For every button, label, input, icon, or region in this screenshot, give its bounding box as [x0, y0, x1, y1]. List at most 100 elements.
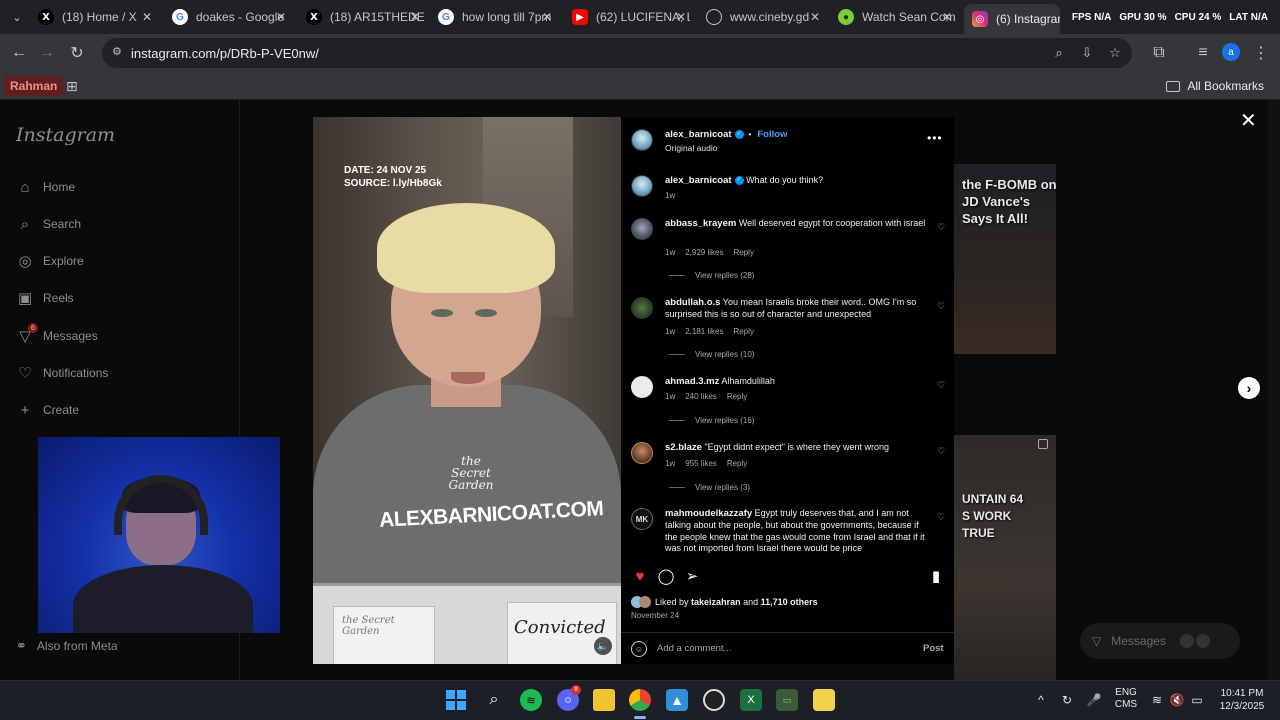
background-thumbnail-top[interactable]: the F-BOMB on JD Vance's Says It All! [954, 164, 1056, 354]
follow-button[interactable]: Follow [757, 129, 787, 140]
like-comment-heart-icon[interactable]: ♡ [937, 380, 945, 391]
tab-google-doakes[interactable]: G doakes - Google ✕ [172, 4, 290, 30]
bookmark-star-icon[interactable]: ☆ [1106, 44, 1124, 62]
file-explorer-icon[interactable] [593, 689, 615, 711]
post-comment-button[interactable]: Post [923, 643, 944, 654]
view-replies-button[interactable]: View replies (3) [669, 483, 750, 492]
chrome-menu-icon[interactable]: ⋮ [1250, 42, 1272, 64]
avatar[interactable] [631, 129, 653, 151]
url-text[interactable]: instagram.com/p/DRb-P-VE0nw/ [131, 46, 319, 61]
mute-icon[interactable]: 🔈 [594, 637, 612, 655]
tab-search-dropdown-icon[interactable]: ⌄ [6, 8, 28, 26]
view-replies-button[interactable]: View replies (16) [669, 416, 754, 425]
avatar[interactable] [631, 442, 653, 464]
tab-youtube[interactable]: ▶ (62) LUCIFENA, L ✕ [572, 4, 690, 30]
like-heart-icon[interactable]: ♥ [631, 567, 649, 585]
comment-bubble-icon[interactable]: ◯ [657, 567, 675, 585]
language-indicator[interactable]: ENG CMS [1114, 687, 1138, 711]
tab-cineby[interactable]: www.cineby.gd ✕ [706, 4, 824, 30]
clock[interactable]: 10:41 PM 12/3/2025 [1214, 687, 1270, 713]
close-tab-icon[interactable]: ✕ [542, 10, 552, 24]
reply-button[interactable]: Reply [727, 392, 747, 401]
apps-grid-icon[interactable]: ⊞ [60, 76, 84, 96]
liked-by-text[interactable]: Liked by takeizahran and 11,710 others [631, 596, 818, 608]
avatar[interactable] [631, 175, 653, 197]
also-from-meta[interactable]: ⚭ Also from Meta [16, 638, 118, 654]
profile-avatar[interactable]: a [1222, 43, 1240, 61]
reply-button[interactable]: Reply [727, 459, 747, 468]
install-app-icon[interactable]: ⇩ [1078, 44, 1096, 62]
forward-arrow-icon[interactable]: → [36, 42, 58, 64]
windows-start-icon[interactable] [445, 689, 467, 711]
reply-button[interactable]: Reply [733, 327, 753, 336]
back-arrow-icon[interactable]: ← [8, 42, 30, 64]
app-icon[interactable]: ▭ [776, 689, 798, 711]
author-username[interactable]: alex_barnicoat [665, 129, 732, 140]
photos-icon[interactable]: ▲ [666, 689, 688, 711]
media-controls-icon[interactable]: ≡ [1192, 42, 1214, 64]
close-modal-icon[interactable]: ✕ [1240, 108, 1257, 133]
comment-likes[interactable]: 955 likes [685, 459, 717, 468]
site-info-icon[interactable]: ⚙ [112, 45, 128, 61]
tab-x-ar15[interactable]: X (18) AR15THEDE ✕ [306, 4, 424, 30]
search-icon[interactable]: ⌕ [483, 689, 505, 711]
nav-search[interactable]: ⌕ Search [16, 212, 81, 236]
comment-likes[interactable]: 2,181 likes [685, 327, 723, 336]
view-replies-button[interactable]: View replies (28) [669, 271, 754, 280]
next-post-chevron-icon[interactable]: › [1238, 377, 1260, 399]
sticky-notes-icon[interactable] [813, 689, 835, 711]
emoji-icon[interactable]: ☺ [631, 641, 647, 657]
microphone-icon[interactable]: 🎤 [1087, 693, 1102, 707]
original-audio-link[interactable]: Original audio [665, 143, 717, 153]
tab-google-7pm[interactable]: G how long till 7pm ✕ [438, 4, 556, 30]
avatar[interactable] [631, 376, 653, 398]
nav-create[interactable]: + Create [16, 398, 79, 422]
reload-icon[interactable]: ↻ [66, 42, 88, 64]
extensions-icon[interactable]: ⧉ [1148, 42, 1170, 64]
nav-reels[interactable]: ▣ Reels [16, 286, 74, 310]
page-scrollbar[interactable]: ▲ ▼ [1268, 100, 1280, 680]
tab-x-home[interactable]: X (18) Home / X ✕ [38, 4, 156, 30]
post-video[interactable]: DATE: 24 NOV 25 SOURCE: l.ly/Hb8Gk the S… [313, 117, 621, 664]
zoom-icon[interactable]: ⌕ [1050, 44, 1068, 62]
close-tab-icon[interactable]: ✕ [676, 10, 686, 24]
spotify-icon[interactable]: ≋ [520, 689, 542, 711]
tray-overflow-chevron-icon[interactable]: ^ [1034, 693, 1048, 707]
nav-explore[interactable]: ◎ Explore [16, 249, 83, 273]
comment-likes[interactable]: 240 likes [685, 392, 717, 401]
nav-messages[interactable]: ▽ 6 Messages [16, 323, 98, 348]
close-tab-icon[interactable]: ✕ [276, 10, 286, 24]
close-tab-icon[interactable]: ✕ [142, 10, 152, 24]
messages-pill[interactable]: ▽ Messages [1080, 623, 1240, 659]
battery-icon[interactable]: ▭ [1190, 693, 1204, 707]
instagram-logo[interactable]: Instagram [16, 124, 115, 146]
discord-icon[interactable]: ☺ 8 [557, 685, 581, 711]
like-comment-heart-icon[interactable]: ♡ [937, 222, 945, 233]
close-tab-icon[interactable]: ✕ [942, 10, 952, 24]
wifi-icon[interactable]: ≋ [1150, 693, 1164, 707]
like-comment-heart-icon[interactable]: ♡ [937, 512, 945, 523]
comment-input[interactable]: Add a comment... [657, 643, 731, 654]
share-send-icon[interactable]: ➢ [683, 567, 701, 585]
address-bar[interactable]: ⚙ instagram.com/p/DRb-P-VE0nw/ ⌕ ⇩ ☆ [102, 38, 1132, 68]
like-comment-heart-icon[interactable]: ♡ [937, 301, 945, 312]
avatar[interactable] [631, 297, 653, 319]
close-tab-icon[interactable]: ✕ [410, 10, 420, 24]
reply-button[interactable]: Reply [733, 248, 753, 257]
bookmark-rahman[interactable]: Rahman [4, 76, 64, 96]
obs-icon[interactable] [703, 689, 725, 711]
sync-icon[interactable]: ↻ [1060, 693, 1074, 707]
avatar[interactable] [631, 218, 653, 240]
more-options-icon[interactable]: ••• [927, 131, 943, 145]
comment-likes[interactable]: 2,929 likes [685, 248, 723, 257]
avatar[interactable]: MK [631, 508, 653, 530]
view-replies-button[interactable]: View replies (10) [669, 350, 754, 359]
excel-icon[interactable]: X [740, 689, 762, 711]
tab-watch-sean[interactable]: ● Watch Sean Com ✕ [838, 4, 956, 30]
chrome-icon[interactable] [629, 689, 651, 711]
save-bookmark-icon[interactable]: ▮ [927, 567, 945, 585]
nav-home[interactable]: ⌂ Home [16, 175, 75, 199]
like-comment-heart-icon[interactable]: ♡ [937, 446, 945, 457]
all-bookmarks-button[interactable]: All Bookmarks [1160, 76, 1270, 96]
background-thumbnail-bottom[interactable]: UNTAIN 64 S WORK TRUE [954, 435, 1056, 680]
